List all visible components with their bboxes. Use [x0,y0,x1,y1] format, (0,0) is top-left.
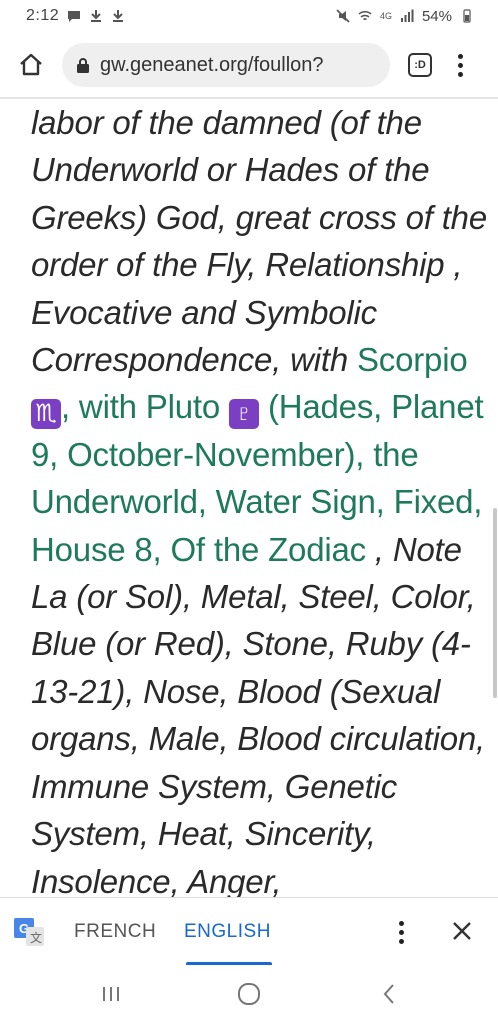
lock-icon [77,58,89,73]
download-icon [91,10,102,22]
article-text-segment: labor of the damned (of the Underworld o… [31,104,487,379]
network-type: 4G [379,11,392,21]
article-text: labor of the damned (of the Underworld o… [31,99,493,897]
battery-icon [463,9,471,23]
zodiac-symbol-icon: ♏ [31,399,61,430]
svg-text:文: 文 [30,930,42,945]
page-content[interactable]: labor of the damned (of the Underworld o… [31,99,493,897]
source-language-tab[interactable]: FRENCH [74,921,156,943]
address-bar[interactable]: gw.geneanet.org/foullon? [62,43,390,87]
recent-apps-icon [103,987,119,1001]
home-button[interactable] [14,48,48,82]
mute-icon [336,9,350,23]
dot [398,920,404,926]
status-time: 2:12 [26,7,60,24]
message-icon [68,11,81,22]
browser-menu-button[interactable] [450,48,470,82]
url-text: gw.geneanet.org/foullon? [100,53,324,76]
translated-link-text[interactable]: , with Pluto [61,388,229,425]
translate-bar: G 文 FRENCH ENGLISH [0,897,498,966]
download-icon [113,10,124,22]
article-text-segment: , Note La (or Sol), Metal, Steel, Color,… [31,530,486,897]
dot [457,71,463,77]
tabs-button[interactable]: :D [408,53,432,77]
status-right: 4G 54% [336,8,474,25]
scrollbar[interactable] [493,508,497,698]
dot [457,62,463,68]
system-nav-bar [0,965,498,1023]
status-bar: 2:12 4G 54% [0,0,498,32]
browser-toolbar: gw.geneanet.org/foullon? :D [0,36,498,94]
dot [398,938,404,944]
signal-icon [400,9,414,22]
target-language-tab[interactable]: ENGLISH [184,921,271,943]
back-button[interactable] [374,981,404,1007]
google-translate-icon: G 文 [14,918,44,946]
translate-more-button[interactable] [393,918,409,946]
home-nav-button[interactable] [234,981,264,1007]
back-icon [383,984,394,1004]
home-icon [20,53,42,76]
close-icon [453,922,471,940]
battery-level: 54% [421,7,452,25]
translate-close-button[interactable] [448,918,476,946]
recent-apps-button[interactable] [96,981,126,1007]
wifi-icon [358,10,372,21]
status-left: 2:12 [26,7,125,25]
dot [398,929,404,935]
zodiac-symbol-icon: ♇ [228,399,259,430]
translated-link-text[interactable]: Scorpio [357,341,468,378]
dot [457,53,463,59]
home-circle-icon [238,983,260,1005]
